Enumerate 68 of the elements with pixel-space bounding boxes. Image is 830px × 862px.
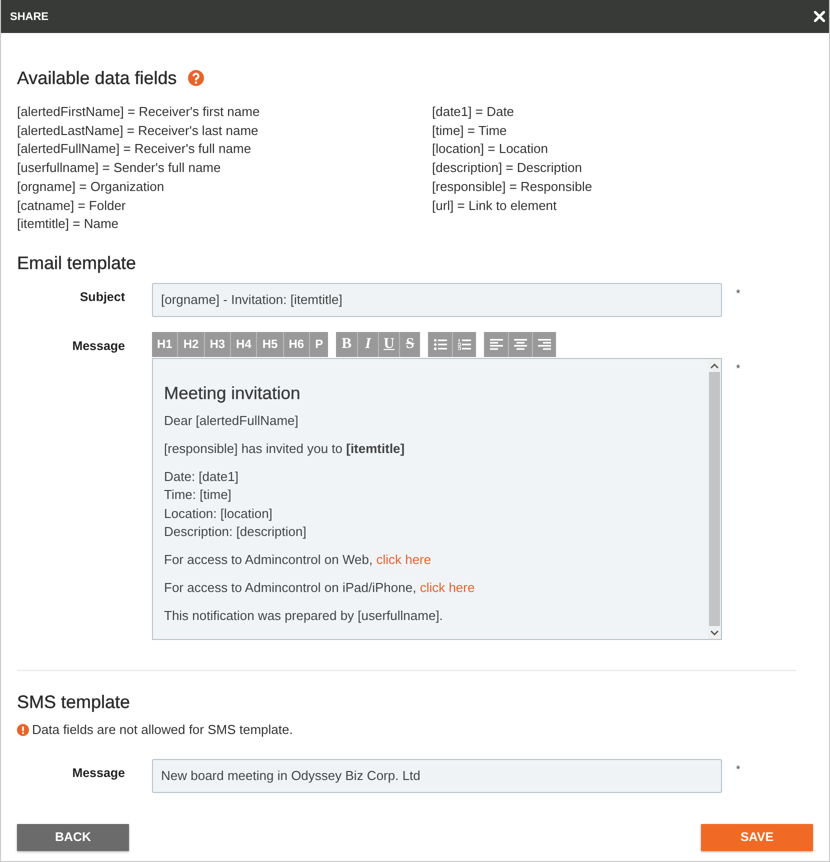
data-field-text: [location] = Location bbox=[432, 140, 548, 158]
link[interactable]: click here bbox=[420, 580, 475, 596]
notice-text: Data fields are not allowed for SMS template. bbox=[32, 720, 293, 739]
field-label: Message bbox=[72, 338, 125, 353]
align-center-button[interactable] bbox=[508, 332, 532, 357]
save-button[interactable]: SAVE bbox=[701, 824, 813, 851]
scroll-up-icon[interactable] bbox=[710, 362, 719, 369]
data-field-text: [alertedLastName] = Receiver's last name bbox=[17, 122, 258, 140]
italic-button[interactable]: I bbox=[357, 332, 378, 357]
format-button[interactable]: H6 bbox=[282, 332, 310, 357]
editor-paragraph: This notification was prepared by [userfullname]. bbox=[164, 607, 443, 626]
data-field-text: [date1] = Date bbox=[432, 103, 514, 121]
bold-button[interactable]: B bbox=[336, 332, 358, 357]
back-button[interactable]: BACK bbox=[17, 824, 129, 851]
format-button[interactable]: H5 bbox=[256, 332, 283, 357]
format-button[interactable]: H1 bbox=[152, 332, 178, 357]
data-field-text: [time] = Time bbox=[432, 122, 507, 140]
editor-paragraph: For access to Admincontrol on iPad/iPhone, click here bbox=[164, 579, 475, 598]
required-mark: * bbox=[736, 362, 740, 375]
editor-paragraph: For access to Admincontrol on Web, click here bbox=[164, 551, 432, 570]
data-field-text: [orgname] = Organization bbox=[17, 178, 164, 196]
editor-paragraph: [responsible] has invited you to [itemtitle] bbox=[164, 440, 405, 458]
data-field-text: [url] = Link to element bbox=[432, 196, 557, 215]
underline-button[interactable]: U bbox=[378, 332, 400, 357]
section-heading: SMS template bbox=[17, 690, 130, 713]
scrollbar-thumb[interactable] bbox=[709, 372, 720, 626]
data-field-text: [description] = Description bbox=[432, 159, 582, 178]
message-field[interactable]: New board meeting in Odyssey Biz Corp. Ltd bbox=[152, 758, 722, 793]
data-field-text: [alertedFirstName] = Receiver's first name bbox=[17, 103, 260, 121]
required-mark: * bbox=[736, 764, 740, 776]
numbered-list-button[interactable] bbox=[452, 332, 476, 357]
bullet-list-button[interactable] bbox=[428, 332, 452, 357]
format-button[interactable]: H2 bbox=[177, 332, 204, 357]
editor-line: Location: [location] bbox=[164, 504, 272, 523]
close-icon[interactable] bbox=[814, 11, 825, 22]
align-left-button[interactable] bbox=[484, 332, 508, 357]
editor-heading: Meeting invitation bbox=[164, 382, 300, 404]
field-label: Message bbox=[72, 764, 125, 780]
editor-line: Date: [date1] bbox=[164, 468, 238, 486]
data-field-text: [userfullname] = Sender's full name bbox=[17, 159, 221, 178]
scroll-down-icon[interactable] bbox=[710, 630, 719, 636]
editor-paragraph: Dear [alertedFullName] bbox=[164, 412, 298, 430]
align-left-icon bbox=[490, 338, 503, 350]
data-field-text: [itemtitle] = Name bbox=[17, 215, 119, 234]
data-field-text: [catname] = Folder bbox=[17, 196, 126, 215]
subject-field[interactable]: [orgname] - Invitation: [itemtitle] bbox=[152, 282, 722, 317]
field-label: Subject bbox=[80, 288, 125, 304]
data-field-text: [alertedFullName] = Receiver's full name bbox=[17, 140, 252, 158]
format-button[interactable]: H3 bbox=[204, 332, 230, 357]
align-center-icon bbox=[514, 338, 528, 350]
warning-icon bbox=[17, 724, 29, 736]
numbered-list-icon bbox=[458, 338, 472, 350]
required-mark: * bbox=[736, 288, 740, 300]
format-button[interactable]: P bbox=[309, 332, 328, 357]
bullet-list-icon bbox=[434, 338, 447, 350]
editor-line: Description: [description] bbox=[164, 523, 306, 542]
window-title: SHARE bbox=[10, 10, 49, 22]
align-right-button[interactable] bbox=[532, 332, 556, 357]
section-heading: Email template bbox=[17, 252, 136, 274]
data-field-text: [responsible] = Responsible bbox=[432, 178, 592, 196]
link[interactable]: click here bbox=[376, 552, 432, 568]
format-button[interactable]: H4 bbox=[230, 332, 256, 357]
align-right-icon bbox=[538, 338, 552, 350]
section-heading: Available data fields bbox=[17, 67, 177, 89]
strikethrough-button[interactable]: S bbox=[399, 332, 420, 357]
message-editor[interactable] bbox=[152, 358, 722, 640]
help-icon[interactable] bbox=[188, 70, 204, 86]
editor-line: Time: [time] bbox=[164, 486, 232, 504]
